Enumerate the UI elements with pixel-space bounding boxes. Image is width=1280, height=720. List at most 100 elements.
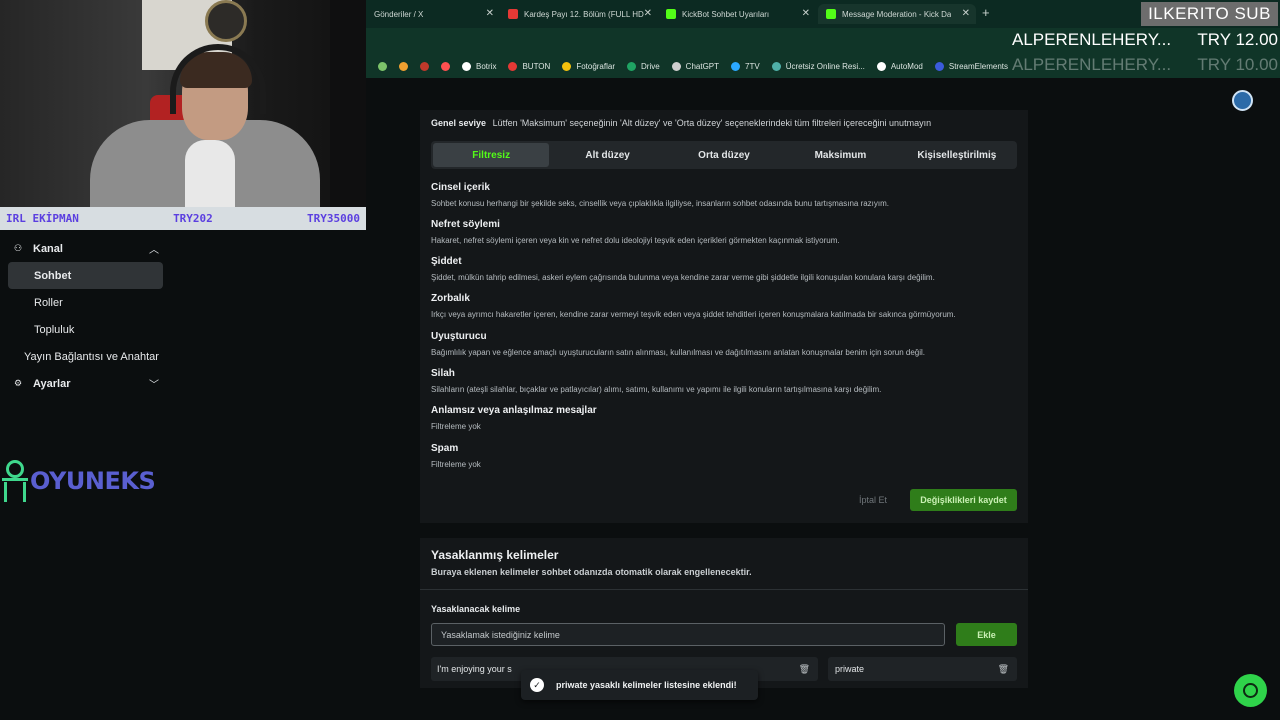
tab-label: Kardeş Payı 12. Bölüm (FULL HD: [524, 9, 644, 19]
bookmark-buton[interactable]: BUTON: [508, 61, 550, 71]
new-tab-button[interactable]: +: [982, 5, 990, 20]
bookmark-4[interactable]: [441, 61, 450, 71]
trash-icon[interactable]: 🗑: [998, 664, 1009, 675]
filter-option-low[interactable]: Alt düzey: [549, 143, 665, 167]
donor-name: ALPERENLEHERY...: [1012, 55, 1172, 74]
photos-icon: [562, 61, 572, 71]
7tv-icon: [731, 61, 741, 71]
category-desc: Sohbet konusu herhangi bir şekilde seks,…: [431, 199, 890, 208]
tab-close-icon[interactable]: ✕: [486, 8, 494, 19]
general-level-row: Genel seviye Lütfen 'Maksimum' seçeneğin…: [431, 118, 931, 128]
bookmark-drive[interactable]: Drive: [627, 61, 660, 71]
filter-option-none[interactable]: Filtresiz: [433, 143, 550, 167]
bookmark-label: StreamElements: [948, 61, 1008, 71]
sidebar-item-channel[interactable]: ⚇ Kanal ︿: [8, 235, 163, 262]
filter-option-maximum[interactable]: Maksimum: [782, 143, 898, 167]
toast-message: priwate yasaklı kelimeler listesine ekle…: [556, 680, 737, 690]
filter-option-medium[interactable]: Orta düzey: [666, 143, 782, 167]
oyuneks-logo: OYUNEKS: [0, 458, 156, 504]
tab-x-posts[interactable]: Gönderiler / X ✕: [366, 4, 500, 24]
save-changes-button[interactable]: Değişiklikleri kaydet: [910, 489, 1017, 511]
donation-alert-faded: ALPERENLEHERY... TRY 10.00: [1012, 54, 1278, 76]
headset-icon: [1243, 683, 1258, 698]
filter-option-custom[interactable]: Kişiselleştirilmiş: [899, 143, 1015, 167]
bookmark-image-resizer[interactable]: Ücretsiz Online Resi...: [771, 61, 865, 71]
botrix-icon: [462, 61, 471, 71]
logo-text: OYUNEKS: [30, 467, 156, 495]
success-toast: ✓ priwate yasaklı kelimeler listesine ek…: [521, 670, 758, 700]
sidebar-item-settings[interactable]: ⚙ Ayarlar ﹀: [8, 370, 163, 397]
category-title: Anlamsız veya anlaşılmaz mesajlar: [431, 405, 597, 416]
bookmark-streamelements[interactable]: StreamElements: [934, 61, 1008, 71]
donation-alert: ALPERENLEHERY... TRY 12.00: [1012, 29, 1278, 51]
donor-name: ALPERENLEHERY...: [1012, 30, 1172, 49]
support-chat-button[interactable]: [1234, 674, 1267, 707]
donor-amount: TRY 12.00: [1197, 30, 1278, 49]
bookmark-1[interactable]: [378, 61, 387, 71]
bookmark-label: AutoMod: [890, 61, 923, 71]
tab-kickbot-alerts[interactable]: KickBot Sohbet Uyarıları ✕: [658, 4, 816, 24]
sidebar-item-community[interactable]: Topluluk: [8, 316, 163, 343]
chatgpt-icon: [671, 61, 681, 71]
streamer-shirt: [185, 140, 235, 207]
filter-level-selector: Filtresiz Alt düzey Orta düzey Maksimum …: [431, 141, 1017, 169]
bookmark-label: 7TV: [745, 61, 760, 71]
category-title: Silah: [431, 368, 455, 379]
category-desc: Hakaret, nefret söylemi içeren veya kin …: [431, 236, 840, 245]
filter-category-spam: Spam Filtreleme yok: [431, 443, 481, 469]
automod-icon: [876, 61, 886, 71]
category-title: Cinsel içerik: [431, 182, 490, 193]
bookmark-automod[interactable]: AutoMod: [876, 61, 923, 71]
tab-label: Message Moderation - Kick Da: [842, 9, 952, 19]
goal-label: IRL EKİPMAN: [6, 212, 79, 225]
sidebar-item-chat[interactable]: Sohbet: [8, 262, 163, 289]
tab-close-icon[interactable]: ✕: [962, 8, 970, 19]
bookmark-2[interactable]: [399, 61, 408, 71]
bookmark-7tv[interactable]: 7TV: [731, 61, 760, 71]
bookmark-photos[interactable]: Fotoğraflar: [562, 61, 615, 71]
bookmark-3[interactable]: [420, 61, 429, 71]
streamelements-icon: [934, 61, 944, 71]
sidebar-item-label: Kanal: [33, 242, 63, 255]
goal-target: TRY35000: [307, 212, 360, 225]
gear-icon: ⚙: [13, 378, 23, 388]
banned-word-chip: priwate 🗑: [828, 657, 1017, 681]
bookmark-botrix[interactable]: Botrix: [462, 61, 497, 71]
tab-close-icon[interactable]: ✕: [644, 8, 652, 19]
check-circle-icon: ✓: [530, 678, 544, 692]
general-level-label: Genel seviye: [431, 118, 487, 128]
tab-youtube-video[interactable]: Kardeş Payı 12. Bölüm (FULL HD ✕: [500, 4, 658, 24]
sidebar-item-label: Ayarlar: [33, 377, 71, 390]
bookmark-label: Fotoğraflar: [576, 61, 615, 71]
user-avatar[interactable]: [1232, 90, 1253, 111]
tab-label: Gönderiler / X: [374, 9, 424, 19]
webcam-feed: [0, 0, 366, 207]
sidebar-item-label: Yayın Bağlantısı ve Anahtar: [24, 350, 159, 363]
sidebar-item-stream-key[interactable]: Yayın Bağlantısı ve Anahtar: [8, 343, 170, 370]
filter-category-weapons: Silah Silahların (ateşli silahlar, bıçak…: [431, 368, 881, 394]
category-desc: Filtreleme yok: [431, 460, 481, 469]
bookmark-label: Botrix: [476, 61, 497, 71]
goal-current: TRY202: [173, 212, 213, 225]
sidebar-item-label: Roller: [34, 296, 63, 309]
cancel-button[interactable]: İptal Et: [850, 489, 896, 511]
trash-icon[interactable]: 🗑: [799, 664, 810, 675]
category-title: Zorbalık: [431, 293, 470, 304]
banned-word-input[interactable]: [431, 623, 945, 646]
bookmark-chatgpt[interactable]: ChatGPT: [671, 61, 719, 71]
tab-label: KickBot Sohbet Uyarıları: [682, 9, 770, 19]
filter-category-sexual: Cinsel içerik Sohbet konusu herhangi bir…: [431, 182, 889, 208]
bookmark-icon: [378, 61, 387, 71]
dartboard: [205, 0, 247, 42]
filter-category-gibberish: Anlamsız veya anlaşılmaz mesajlar Filtre…: [431, 405, 597, 431]
banned-words-desc: Buraya eklenen kelimeler sohbet odanızda…: [431, 567, 752, 577]
tab-close-icon[interactable]: ✕: [802, 8, 810, 19]
filter-category-drugs: Uyuşturucu Bağımlılık yapan ve eğlence a…: [431, 331, 925, 357]
banned-word-field-label: Yasaklanacak kelime: [431, 604, 521, 614]
category-desc: Silahların (ateşli silahlar, bıçaklar ve…: [431, 385, 882, 394]
bookmark-icon: [420, 61, 429, 71]
add-word-button[interactable]: Ekle: [956, 623, 1017, 646]
tab-message-moderation[interactable]: Message Moderation - Kick Da ✕: [818, 4, 976, 24]
sidebar-item-roles[interactable]: Roller: [8, 289, 163, 316]
donor-amount: TRY 10.00: [1197, 55, 1278, 74]
